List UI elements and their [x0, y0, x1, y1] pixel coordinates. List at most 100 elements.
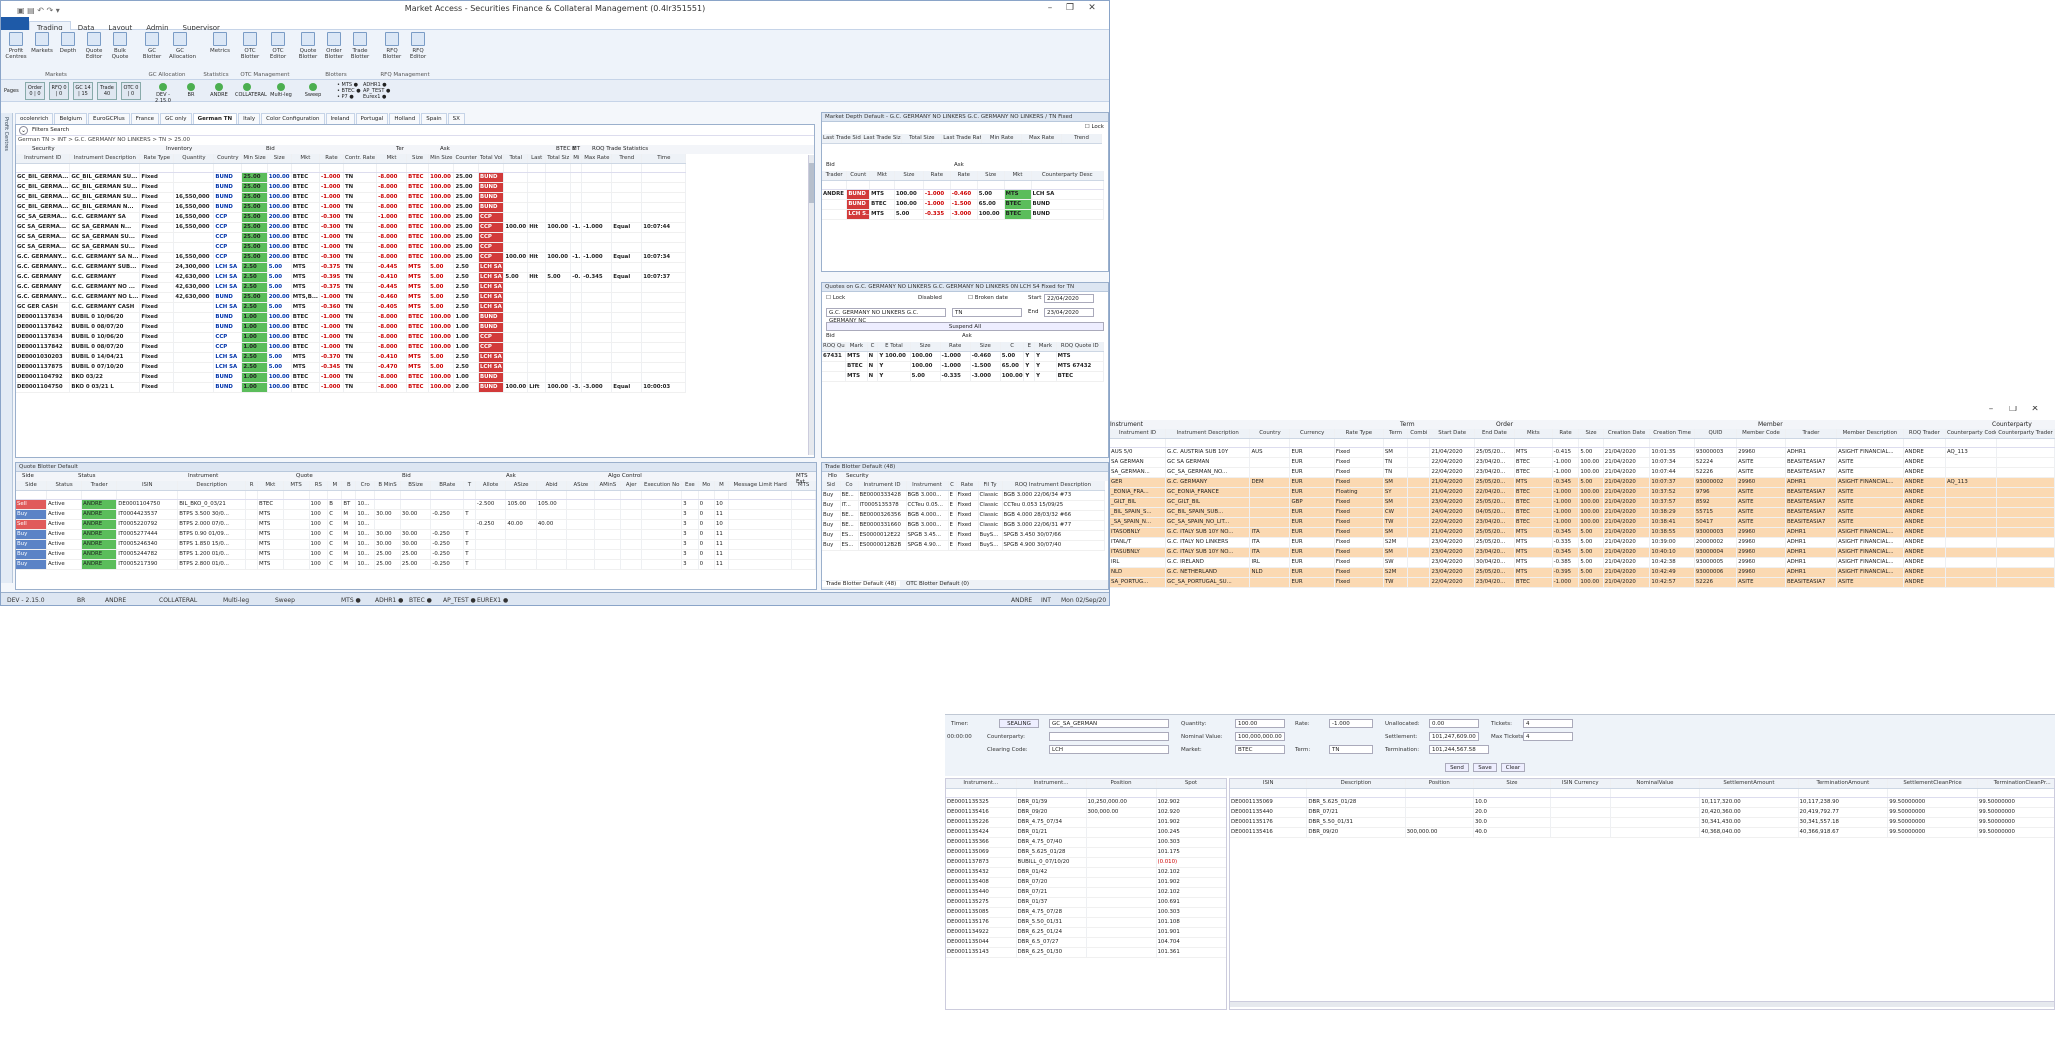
- market-scrollbar[interactable]: [808, 155, 814, 455]
- status-multi-leg[interactable]: Multi-leg: [223, 593, 249, 605]
- termination-input[interactable]: 101,244,567.58: [1429, 745, 1489, 754]
- column-header-end-date[interactable]: End Date: [1474, 429, 1515, 439]
- column-header-max-rate[interactable]: Max Rate: [581, 154, 613, 164]
- column-header-c[interactable]: C: [867, 342, 879, 352]
- column-header-isin[interactable]: ISIN: [1230, 779, 1308, 789]
- table-row[interactable]: G.C. GERMANY... G.C. GERMANY NO L... Fixed…: [16, 292, 687, 303]
- filter-cell[interactable]: [1334, 438, 1384, 448]
- filter-cell[interactable]: [950, 180, 978, 190]
- table-row[interactable]: ANDRE BUND MTS 100.00 -1.000 -0.460 5.00 MTS LCH…: [822, 189, 1105, 200]
- suspend-all-button[interactable]: Suspend All: [826, 322, 1104, 331]
- filter-cell[interactable]: [1736, 438, 1786, 448]
- restore-icon[interactable]: ❐: [1065, 3, 1075, 13]
- table-row[interactable]: _BIL_SPAIN_S... GC_BIL_SPAIN_SUB... EUR Fix…: [1110, 507, 2055, 518]
- filter-cell[interactable]: [283, 490, 310, 500]
- ribbon-profit-centres-button[interactable]: Profit Centres: [5, 32, 27, 60]
- filter-cell[interactable]: [1578, 438, 1604, 448]
- filter-cell[interactable]: [463, 490, 476, 500]
- column-header-mkt[interactable]: Mkt: [1004, 171, 1032, 181]
- filter-cell[interactable]: [341, 490, 357, 500]
- filter-cell[interactable]: [581, 163, 613, 173]
- filter-cell[interactable]: [478, 163, 505, 173]
- nominal-input[interactable]: 100,000,000.00: [1235, 732, 1285, 741]
- column-header-instrument-description[interactable]: Instrument Description: [1165, 429, 1251, 439]
- column-header-bsize[interactable]: BSize: [400, 481, 432, 491]
- table-row[interactable]: DE0001135325 DBR_01/39 10,250,000.00 102.90…: [946, 797, 1226, 808]
- filter-cell[interactable]: [430, 490, 465, 500]
- table-row[interactable]: AUS 5/0 G.C. AUSTRIA SUB 10Y AUS EUR Fixed SM…: [1110, 447, 2055, 458]
- column-header-m[interactable]: M: [327, 481, 343, 491]
- table-row[interactable]: DE0001104750 BKO 0 03/21 L Fixed BUND 1.00 10…: [16, 382, 687, 393]
- filter-cell[interactable]: [681, 490, 699, 500]
- ribbon-otc-blotter-button[interactable]: OTC Blotter: [239, 32, 261, 60]
- status-sweep[interactable]: Sweep: [275, 593, 295, 605]
- save-button[interactable]: Save: [1473, 763, 1497, 772]
- depth-stat-total-size[interactable]: Total Size: [901, 134, 943, 144]
- filter-cell[interactable]: [319, 163, 344, 173]
- table-row[interactable]: DE0001135226 DBR_4.75_07/34 101.902: [946, 817, 1226, 828]
- column-header-rate[interactable]: Rate: [950, 171, 978, 181]
- filter-cell[interactable]: [1156, 788, 1226, 798]
- filter-cell[interactable]: [1474, 438, 1515, 448]
- end-date-input[interactable]: 23/04/2020: [1044, 308, 1094, 317]
- table-row[interactable]: GC GER CASH G.C. GERMANY CASH Fixed LCH SA 2…: [16, 302, 687, 313]
- clearing-input[interactable]: LCH: [1049, 745, 1169, 754]
- table-row[interactable]: DE0001135432 DBR_01/42 102.102: [946, 867, 1226, 878]
- column-header-size[interactable]: Size: [910, 342, 941, 352]
- filter-cell[interactable]: [1552, 438, 1580, 448]
- filter-cell[interactable]: [869, 180, 895, 190]
- filter-cell[interactable]: [213, 163, 243, 173]
- ribbon-gc-blotter-button[interactable]: GC Blotter: [141, 32, 163, 60]
- column-header-t[interactable]: T: [463, 481, 476, 491]
- column-header-contr-rate[interactable]: Contr. Rate: [343, 154, 378, 164]
- column-header-mi[interactable]: Mi: [570, 154, 583, 164]
- tickets-input[interactable]: 4: [1523, 719, 1573, 728]
- table-row[interactable]: G.C. GERMANY G.C. GERMANY Fixed 42,630,000 L…: [16, 272, 687, 283]
- filter-cell[interactable]: [1165, 438, 1251, 448]
- column-header-roq-quote-id[interactable]: ROQ Quote ID: [1056, 342, 1105, 352]
- table-row[interactable]: _SA_SPAIN_N... GC_SA_SPAIN_NO_LIT... EUR Fi…: [1110, 517, 2055, 528]
- page-button-4[interactable]: OTC 0 | 0: [121, 82, 141, 100]
- filter-cell[interactable]: [536, 490, 568, 500]
- table-row[interactable]: Buy Active ANDRE IT0005277444 BTPS 0.90 01/0…: [16, 529, 816, 540]
- column-header-ajer[interactable]: Ajer: [620, 481, 643, 491]
- filter-cell[interactable]: [641, 163, 687, 173]
- status-icon-br[interactable]: BR: [179, 83, 203, 98]
- depth-stat-last-trade-size[interactable]: Last Trade Size: [861, 134, 903, 144]
- column-header-counter[interactable]: Counter: [453, 154, 479, 164]
- table-row[interactable]: DE0001135440 DBR_07/21 102.102: [946, 887, 1226, 898]
- column-header-instrument-description[interactable]: Instrument Description: [69, 154, 141, 164]
- filter-cell[interactable]: [1230, 788, 1308, 798]
- filter-cell[interactable]: [505, 490, 537, 500]
- filter-cell[interactable]: [894, 180, 924, 190]
- column-header-nominalvalue[interactable]: NominalValue: [1610, 779, 1701, 789]
- side-panel[interactable]: Profit Centres: [1, 113, 13, 583]
- column-header-description[interactable]: Description: [1306, 779, 1406, 789]
- filter-cell[interactable]: [946, 788, 1017, 798]
- table-row[interactable]: DE0001104792 BKO 03/22 Fixed BUND 1.00 100.00…: [16, 372, 687, 383]
- column-header-brate[interactable]: BRate: [430, 481, 465, 491]
- filter-cell[interactable]: [611, 163, 643, 173]
- column-header-size[interactable]: Size: [894, 171, 924, 181]
- column-header-creation-date[interactable]: Creation Date: [1603, 429, 1651, 439]
- column-header-spot[interactable]: Spot: [1156, 779, 1226, 789]
- column-header-asize[interactable]: ASize: [505, 481, 537, 491]
- filter-cell[interactable]: [1031, 180, 1105, 190]
- filter-cell[interactable]: [267, 163, 292, 173]
- filter-cell[interactable]: [1694, 438, 1738, 448]
- column-header-e[interactable]: E: [1023, 342, 1036, 352]
- table-row[interactable]: G.C. GERMANY... G.C. GERMANY SUB... Fixed 2…: [16, 262, 687, 273]
- filter-cell[interactable]: [1473, 788, 1551, 798]
- ribbon-bulk-quote-button[interactable]: Bulk Quote: [109, 32, 131, 60]
- status-icon-multi-leg[interactable]: Multi-leg: [269, 83, 293, 98]
- page-button-1[interactable]: RFQ 0 | 0: [49, 82, 69, 100]
- status-br[interactable]: BR: [77, 593, 85, 605]
- column-header-side[interactable]: Side: [16, 481, 47, 491]
- column-header-description[interactable]: Description: [177, 481, 247, 491]
- table-row[interactable]: DE0001135176 DBR_5.50_01/31 101.108: [946, 917, 1226, 928]
- close-icon[interactable]: ✕: [1087, 3, 1097, 13]
- filter-cell[interactable]: [698, 490, 715, 500]
- filter-cell[interactable]: [1306, 788, 1406, 798]
- column-header-position[interactable]: Position: [1405, 779, 1474, 789]
- filter-cell[interactable]: [1699, 788, 1799, 798]
